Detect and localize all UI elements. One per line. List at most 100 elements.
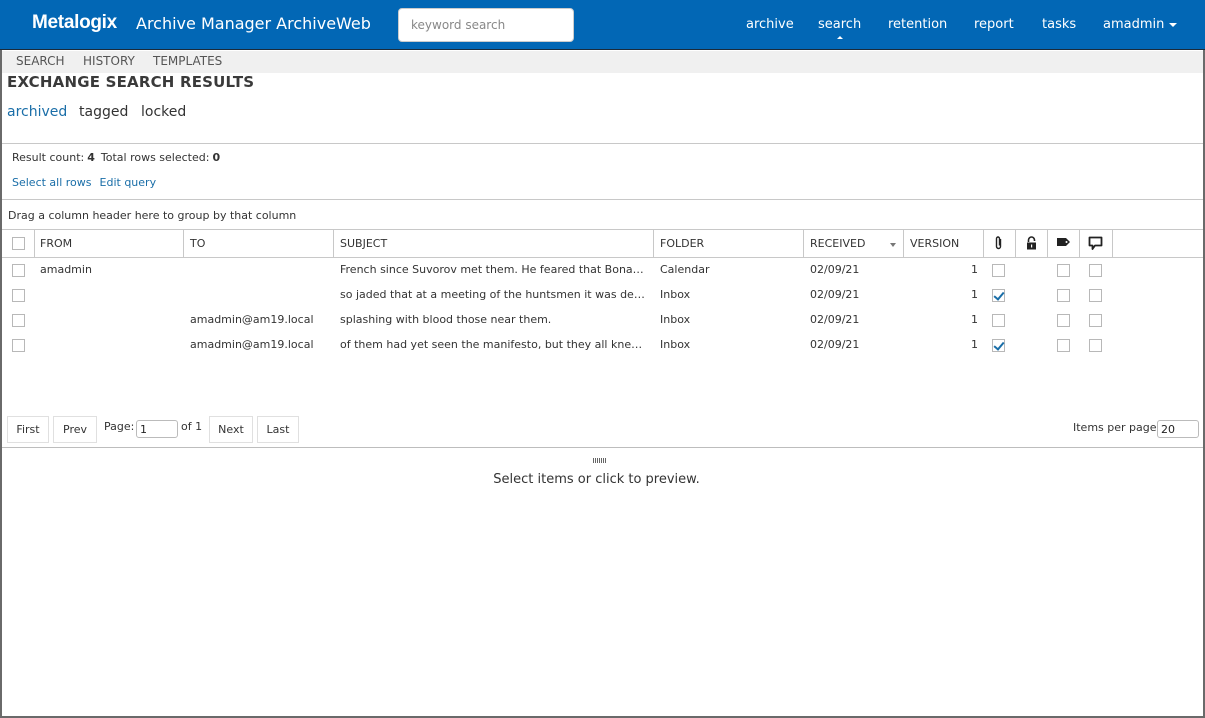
cell-version: 1: [971, 338, 978, 351]
column-header-to[interactable]: TO: [184, 230, 334, 258]
rows-selected-label: Total rows selected:: [100, 151, 210, 164]
tab-tagged[interactable]: tagged: [79, 104, 128, 120]
column-header-received[interactable]: RECEIVED: [804, 230, 904, 258]
brand-logo[interactable]: Metalogix: [32, 12, 117, 34]
nav-tasks[interactable]: tasks: [1042, 17, 1076, 32]
attachment-checkbox[interactable]: [992, 289, 1005, 302]
subnav-search[interactable]: SEARCH: [16, 54, 65, 68]
cell-from: [34, 333, 184, 358]
column-header-comment[interactable]: [1080, 230, 1113, 258]
lock-icon: [1027, 236, 1036, 250]
cell-to: amadmin@am19.local: [190, 313, 314, 326]
page-title: EXCHANGE SEARCH RESULTS: [7, 73, 255, 91]
sort-desc-icon: [890, 243, 896, 247]
tagged-checkbox[interactable]: [1057, 314, 1070, 327]
nav-archive[interactable]: archive: [746, 17, 794, 32]
nav-report[interactable]: report: [974, 17, 1014, 32]
cell-from: [34, 308, 184, 333]
attachment-checkbox[interactable]: [992, 314, 1005, 327]
cell-to: [184, 283, 334, 308]
tag-icon: [1057, 238, 1070, 246]
pane-resize-handle[interactable]: [593, 452, 611, 463]
cell-version: 1: [971, 288, 978, 301]
cell-from: amadmin: [40, 263, 92, 276]
rows-selected-value: 0: [212, 151, 221, 164]
grid-header: FROM TO SUBJECT FOLDER RECEIVED VERSION: [2, 230, 1203, 258]
select-all-checkbox[interactable]: [12, 237, 25, 250]
group-by-drop-zone[interactable]: Drag a column header here to group by th…: [2, 199, 1203, 230]
cell-folder: Calendar: [660, 263, 710, 276]
row-select-checkbox[interactable]: [12, 339, 25, 352]
column-header-folder[interactable]: FOLDER: [654, 230, 804, 258]
row-select-checkbox[interactable]: [12, 264, 25, 277]
app-title: Archive Manager ArchiveWeb: [136, 14, 371, 33]
column-header-subject[interactable]: SUBJECT: [334, 230, 654, 258]
sub-nav: SEARCH HISTORY TEMPLATES: [2, 51, 1203, 73]
comment-checkbox[interactable]: [1089, 339, 1102, 352]
tagged-checkbox[interactable]: [1057, 264, 1070, 277]
prev-page-button[interactable]: Prev: [53, 416, 97, 443]
attachment-checkbox[interactable]: [992, 264, 1005, 277]
cell-received: 02/09/21: [810, 288, 860, 301]
tagged-checkbox[interactable]: [1057, 289, 1070, 302]
header-select-all-cell: [2, 230, 35, 258]
cell-folder: Inbox: [660, 288, 691, 301]
result-count-label: Result count:: [12, 151, 85, 164]
comment-checkbox[interactable]: [1089, 289, 1102, 302]
page-label: Page:: [104, 420, 135, 433]
table-row[interactable]: amadmin French since Suvorov met them. He…: [2, 258, 1203, 283]
top-navbar: Metalogix Archive Manager ArchiveWeb arc…: [0, 0, 1205, 50]
last-page-button[interactable]: Last: [257, 416, 299, 443]
result-actions: Select all rows Edit query: [12, 176, 164, 189]
cell-folder: Inbox: [660, 338, 691, 351]
cell-received: 02/09/21: [810, 313, 860, 326]
tab-archived[interactable]: archived: [7, 104, 67, 120]
comment-checkbox[interactable]: [1089, 314, 1102, 327]
cell-received: 02/09/21: [810, 263, 860, 276]
active-indicator-icon: [836, 36, 843, 39]
nav-search-label: search: [818, 17, 862, 32]
cell-from: [34, 283, 184, 308]
cell-to: [184, 258, 334, 283]
cell-subject: splashing with blood those near them.: [340, 313, 552, 326]
column-header-from[interactable]: FROM: [34, 230, 184, 258]
subnav-templates[interactable]: TEMPLATES: [153, 54, 222, 68]
cell-to: amadmin@am19.local: [190, 338, 314, 351]
page-count-label: of 1: [181, 420, 203, 433]
edit-query-link[interactable]: Edit query: [100, 176, 157, 189]
nav-user-menu[interactable]: amadmin: [1103, 17, 1178, 32]
table-row[interactable]: so jaded that at a meeting of the huntsm…: [2, 283, 1203, 308]
subnav-history[interactable]: HISTORY: [83, 54, 135, 68]
first-page-button[interactable]: First: [7, 416, 49, 443]
comment-checkbox[interactable]: [1089, 264, 1102, 277]
nav-search[interactable]: search: [818, 17, 862, 39]
tab-locked[interactable]: locked: [141, 104, 186, 120]
select-all-rows-link[interactable]: Select all rows: [12, 176, 92, 189]
pager: First Prev Page: of 1 Next Last Items pe…: [2, 415, 1203, 445]
column-header-received-label: RECEIVED: [810, 237, 866, 250]
results-panel: Result count: 4 Total rows selected: 0 Sele…: [2, 143, 1203, 448]
table-row[interactable]: amadmin@am19.local splashing with blood t…: [2, 308, 1203, 333]
user-name: amadmin: [1103, 17, 1165, 32]
caret-down-icon: [1169, 22, 1178, 27]
next-page-button[interactable]: Next: [209, 416, 253, 443]
page-number-input[interactable]: [136, 420, 178, 438]
tagged-checkbox[interactable]: [1057, 339, 1070, 352]
column-header-tag[interactable]: [1048, 230, 1080, 258]
column-header-version[interactable]: VERSION: [904, 230, 984, 258]
attachment-icon: [995, 236, 1002, 250]
column-header-attachment[interactable]: [984, 230, 1016, 258]
keyword-search-input[interactable]: [398, 8, 574, 42]
cell-version: 1: [971, 313, 978, 326]
row-select-checkbox[interactable]: [12, 289, 25, 302]
preview-placeholder: Select items or click to preview.: [493, 472, 700, 487]
column-header-lock[interactable]: [1016, 230, 1048, 258]
table-row[interactable]: amadmin@am19.local of them had yet seen t…: [2, 333, 1203, 358]
result-count-value: 4: [87, 151, 95, 164]
result-info: Result count: 4 Total rows selected: 0: [12, 151, 226, 164]
row-select-checkbox[interactable]: [12, 314, 25, 327]
items-per-page-input[interactable]: [1157, 420, 1199, 438]
nav-retention[interactable]: retention: [888, 17, 947, 32]
attachment-checkbox[interactable]: [992, 339, 1005, 352]
cell-received: 02/09/21: [810, 338, 860, 351]
